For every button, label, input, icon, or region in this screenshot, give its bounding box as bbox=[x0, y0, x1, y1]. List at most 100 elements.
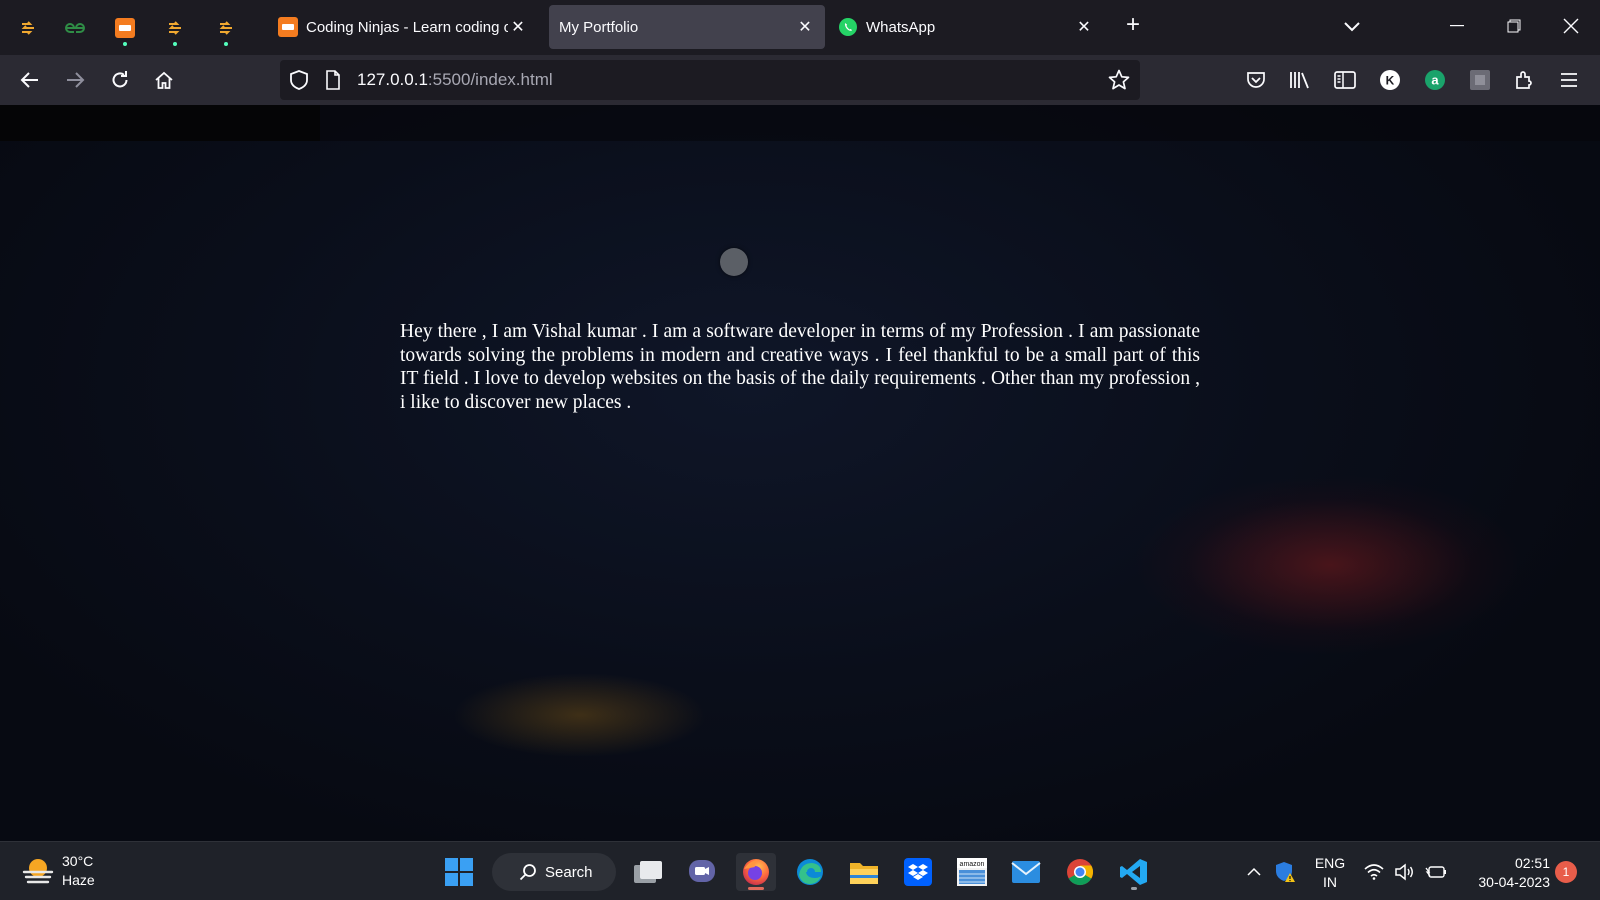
hamburger-menu-icon[interactable] bbox=[1553, 64, 1585, 96]
vscode-icon bbox=[1120, 859, 1147, 885]
reload-icon[interactable] bbox=[104, 64, 136, 96]
weather-description: Haze bbox=[62, 872, 95, 888]
svg-text:K: K bbox=[1386, 74, 1395, 88]
new-tab-plus-icon[interactable]: + bbox=[1121, 13, 1145, 38]
navigation-toolbar: 127.0.0.1:5500/index.html K a bbox=[0, 55, 1600, 105]
page-header-left-block bbox=[0, 105, 320, 141]
notification-badge[interactable]: 1 bbox=[1555, 861, 1577, 883]
running-app-indicator bbox=[1131, 887, 1137, 890]
teams-chat-icon bbox=[689, 860, 715, 882]
amazon-button[interactable]: amazon bbox=[952, 853, 992, 891]
show-hidden-icons-chevron[interactable] bbox=[1246, 842, 1262, 900]
mail-button[interactable] bbox=[1006, 853, 1046, 891]
start-button[interactable] bbox=[439, 853, 479, 891]
page-header-strip bbox=[320, 105, 1600, 141]
address-bar[interactable]: 127.0.0.1:5500/index.html bbox=[280, 60, 1140, 100]
tab-whatsapp[interactable]: WhatsApp ✕ bbox=[828, 5, 1104, 49]
vscode-button[interactable] bbox=[1114, 853, 1154, 891]
task-view-button[interactable] bbox=[628, 853, 668, 891]
whatsapp-favicon-icon bbox=[838, 17, 858, 37]
close-tab-icon[interactable]: ✕ bbox=[1074, 17, 1094, 37]
pinned-tab-2[interactable] bbox=[50, 0, 100, 55]
task-view-icon bbox=[634, 861, 662, 883]
forward-arrow-icon[interactable] bbox=[59, 64, 91, 96]
url-path: :5500/index.html bbox=[427, 70, 553, 89]
firefox-taskbar-button[interactable] bbox=[736, 853, 776, 891]
about-paragraph: Hey there , I am Vishal kumar . I am a s… bbox=[400, 321, 1200, 413]
back-arrow-icon[interactable] bbox=[14, 64, 46, 96]
home-icon[interactable] bbox=[148, 64, 180, 96]
minimize-icon[interactable] bbox=[1445, 14, 1469, 38]
pinned-tab-1[interactable] bbox=[3, 0, 53, 55]
tracking-protection-shield-icon[interactable] bbox=[290, 70, 308, 95]
page-info-icon[interactable] bbox=[325, 70, 341, 95]
extensions-puzzle-icon[interactable] bbox=[1509, 64, 1541, 96]
firefox-icon bbox=[743, 859, 769, 885]
weather-widget[interactable]: 30°C Haze bbox=[22, 852, 95, 890]
edge-icon bbox=[797, 859, 823, 885]
chevron-up-icon bbox=[1247, 867, 1261, 876]
library-icon[interactable] bbox=[1284, 64, 1316, 96]
page-viewport: Hey there , I am Vishal kumar . I am a s… bbox=[0, 105, 1600, 841]
pinned-tab-4[interactable] bbox=[150, 0, 200, 55]
tab-notification-dot bbox=[224, 42, 228, 46]
wifi-icon bbox=[1364, 863, 1384, 880]
arrow-site-favicon-icon bbox=[21, 20, 34, 35]
edge-taskbar-button[interactable] bbox=[790, 853, 830, 891]
url-text[interactable]: 127.0.0.1:5500/index.html bbox=[357, 70, 553, 90]
battery-tray[interactable] bbox=[1425, 842, 1447, 900]
weather-temperature: 30°C bbox=[62, 853, 94, 869]
search-label: Search bbox=[545, 863, 593, 881]
wifi-tray[interactable] bbox=[1364, 842, 1384, 900]
sidebar-toggle-icon[interactable] bbox=[1329, 64, 1361, 96]
extension-square-icon[interactable] bbox=[1464, 64, 1496, 96]
chrome-icon bbox=[1067, 859, 1094, 886]
tab-my-portfolio[interactable]: My Portfolio ✕ bbox=[549, 5, 825, 49]
svg-text:a: a bbox=[1431, 73, 1439, 88]
windows-logo-icon bbox=[445, 858, 473, 886]
dropbox-icon bbox=[904, 858, 932, 886]
active-app-indicator bbox=[748, 887, 764, 890]
dropbox-button[interactable] bbox=[898, 853, 938, 891]
pinned-tab-5[interactable] bbox=[201, 0, 251, 55]
close-tab-icon[interactable]: ✕ bbox=[508, 17, 528, 37]
svg-text:amazon: amazon bbox=[960, 861, 985, 868]
system-clock[interactable]: 02:51 30-04-2023 bbox=[1460, 854, 1550, 892]
tab-strip: Coding Ninjas - Learn coding online ✕ My… bbox=[0, 0, 1600, 55]
coding-ninjas-favicon-icon bbox=[278, 17, 298, 37]
arrow-site-favicon-icon bbox=[168, 20, 181, 35]
restore-window-icon[interactable] bbox=[1502, 14, 1526, 38]
windows-taskbar: 30°C Haze Search amazon ENG IN 02:51 30-… bbox=[0, 841, 1600, 900]
close-window-icon[interactable] bbox=[1559, 14, 1583, 38]
chrome-button[interactable] bbox=[1060, 853, 1100, 891]
arrow-site-favicon-icon bbox=[219, 20, 232, 35]
region-code: IN bbox=[1323, 874, 1337, 890]
pinned-tab-3[interactable] bbox=[100, 0, 150, 55]
pocket-icon[interactable] bbox=[1240, 64, 1272, 96]
search-icon bbox=[519, 864, 536, 881]
security-tray[interactable] bbox=[1274, 842, 1296, 900]
list-all-tabs-chevron-icon[interactable] bbox=[1340, 14, 1364, 38]
geeksforgeeks-favicon-icon bbox=[65, 22, 85, 33]
teams-chat-button[interactable] bbox=[682, 853, 722, 891]
speaker-icon bbox=[1395, 862, 1413, 881]
volume-tray[interactable] bbox=[1394, 842, 1414, 900]
extension-k-icon[interactable]: K bbox=[1374, 64, 1406, 96]
extension-a-icon[interactable]: a bbox=[1419, 64, 1451, 96]
language-code: ENG bbox=[1314, 855, 1346, 871]
file-explorer-button[interactable] bbox=[844, 853, 884, 891]
screen: Coding Ninjas - Learn coding online ✕ My… bbox=[0, 0, 1600, 900]
taskbar-search[interactable]: Search bbox=[492, 853, 616, 891]
bookmark-star-icon[interactable] bbox=[1108, 69, 1130, 96]
tab-title: WhatsApp bbox=[866, 18, 936, 36]
url-host: 127.0.0.1 bbox=[357, 70, 428, 89]
profile-photo-placeholder bbox=[720, 248, 748, 276]
tab-coding-ninjas[interactable]: Coding Ninjas - Learn coding online ✕ bbox=[268, 5, 538, 49]
battery-charging-icon bbox=[1425, 865, 1446, 878]
close-tab-icon[interactable]: ✕ bbox=[795, 17, 815, 37]
input-language[interactable]: ENG IN bbox=[1312, 854, 1348, 892]
tab-title: My Portfolio bbox=[559, 18, 639, 36]
haze-weather-icon bbox=[22, 859, 54, 884]
tab-notification-dot bbox=[173, 42, 177, 46]
folder-icon bbox=[850, 863, 878, 884]
